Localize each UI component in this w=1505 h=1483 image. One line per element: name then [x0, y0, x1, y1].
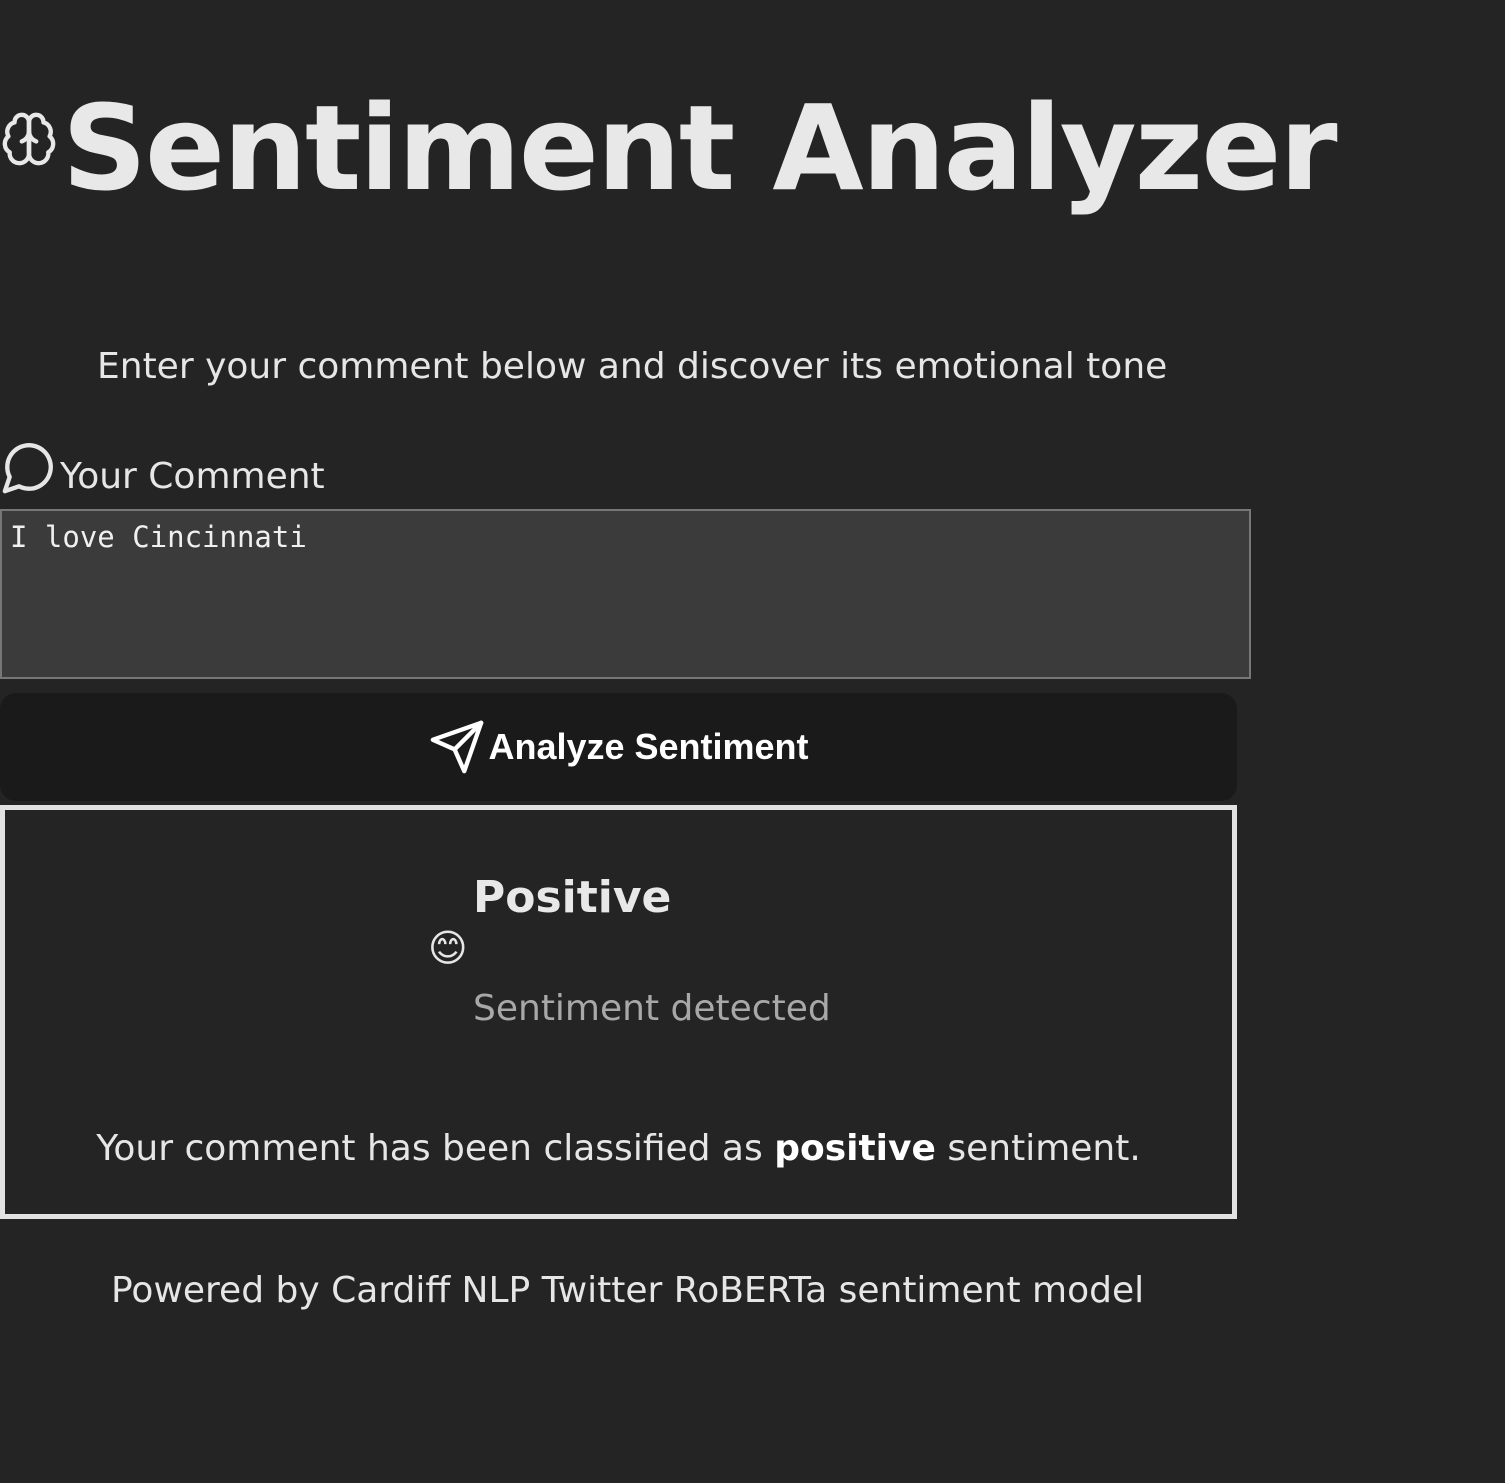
sentiment-label: Positive	[473, 872, 672, 923]
comment-label-row: Your Comment	[0, 438, 325, 497]
message-circle-icon	[2, 443, 53, 494]
result-message-suffix: sentiment.	[947, 1128, 1141, 1169]
page-subtitle: Enter your comment below and discover it…	[97, 346, 1168, 387]
send-icon	[431, 720, 484, 774]
analyze-sentiment-button[interactable]: Analyze Sentiment	[0, 693, 1237, 801]
sentiment-detected-text: Sentiment detected	[473, 988, 831, 1029]
smiling-face-icon: 😊	[428, 926, 468, 970]
brain-icon	[2, 112, 56, 166]
result-panel: 😊 Positive Sentiment detected Your comme…	[0, 805, 1237, 1219]
comment-input[interactable]: I love Cincinnati	[0, 509, 1251, 679]
result-message-emphasis: positive	[774, 1128, 936, 1169]
page-title: Sentiment Analyzer	[62, 79, 1338, 217]
footer-credit: Powered by Cardiff NLP Twitter RoBERTa s…	[111, 1270, 1145, 1311]
comment-label: Your Comment	[60, 456, 325, 497]
result-message: Your comment has been classified as posi…	[5, 1126, 1232, 1172]
result-message-prefix: Your comment has been classified as	[96, 1128, 763, 1169]
analyze-button-label: Analyze Sentiment	[488, 726, 809, 767]
page: Sentiment Analyzer Enter your comment be…	[0, 0, 1505, 1483]
header: Sentiment Analyzer	[0, 78, 1338, 218]
